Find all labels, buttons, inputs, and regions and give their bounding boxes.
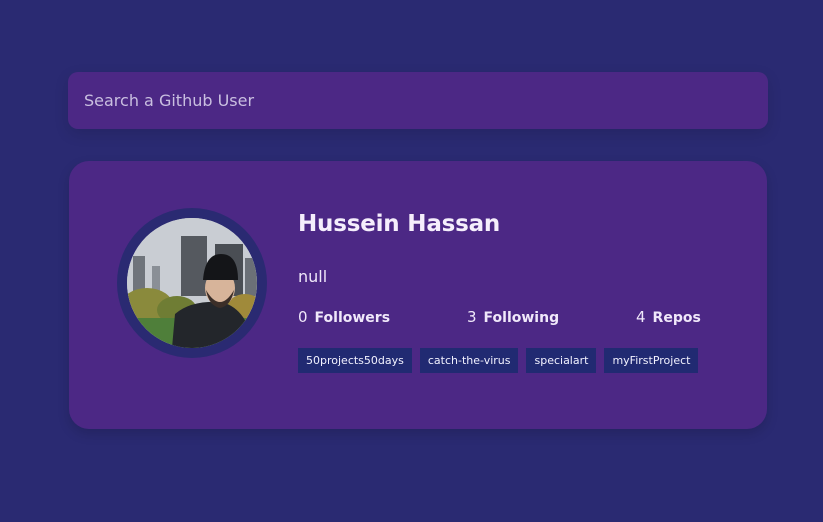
repo-link[interactable]: specialart [526, 348, 597, 373]
stat-followers: 0 Followers [298, 308, 390, 326]
followers-count: 0 [298, 308, 308, 326]
repo-link[interactable]: catch-the-virus [419, 348, 519, 373]
repos-count: 4 [636, 308, 646, 326]
followers-label: Followers [314, 310, 391, 326]
following-label: Following [483, 310, 560, 326]
repo-link[interactable]: myFirstProject [604, 348, 699, 373]
repo-link[interactable]: 50projects50days [298, 348, 412, 373]
stat-repos: 4 Repos [636, 308, 701, 326]
stat-following: 3 Following [467, 308, 559, 326]
avatar [127, 218, 257, 348]
search-input[interactable] [68, 72, 768, 129]
avatar-photo [127, 218, 257, 348]
user-name: Hussein Hassan [298, 211, 501, 237]
user-bio: null [298, 267, 328, 286]
repos-label: Repos [652, 310, 701, 326]
avatar-ring [117, 208, 267, 358]
repo-list: 50projects50days catch-the-virus special… [298, 348, 699, 373]
user-info: Hussein Hassan null 0 Followers 3 Followin… [298, 211, 738, 373]
following-count: 3 [467, 308, 477, 326]
profile-card: Hussein Hassan null 0 Followers 3 Followin… [69, 161, 767, 429]
user-stats: 0 Followers 3 Following 4 Repos [298, 308, 738, 330]
page: Hussein Hassan null 0 Followers 3 Followin… [0, 0, 823, 522]
search-form [68, 72, 768, 129]
